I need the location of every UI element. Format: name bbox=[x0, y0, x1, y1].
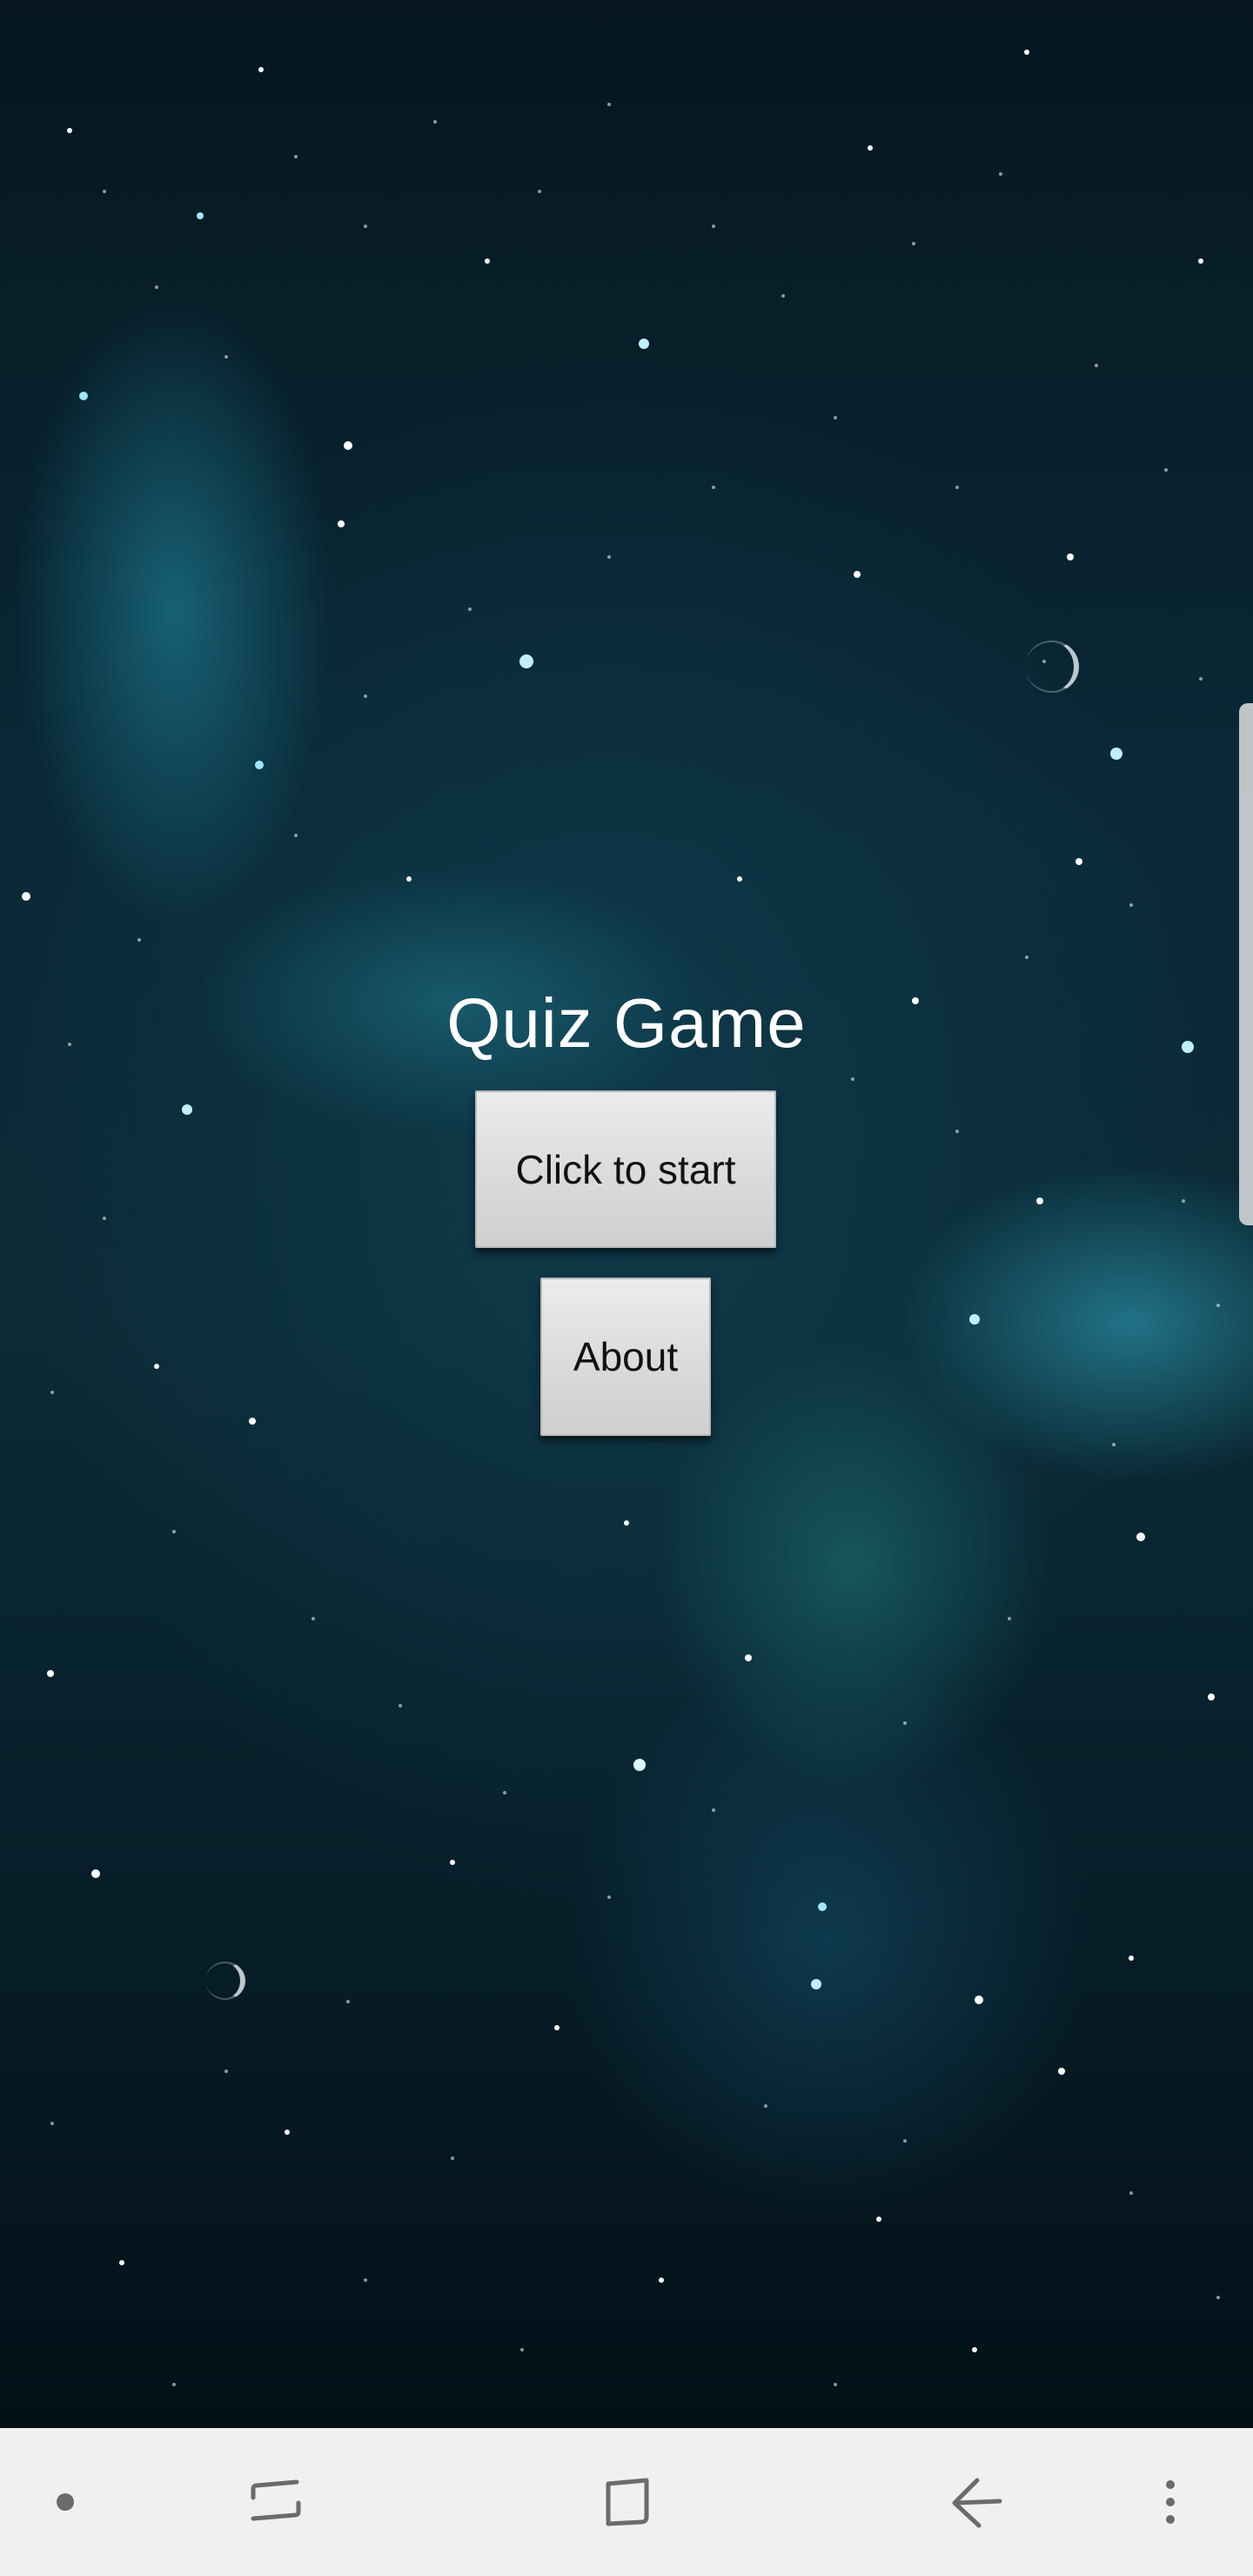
nav-back-button[interactable] bbox=[924, 2428, 1029, 2576]
about-button[interactable]: About bbox=[540, 1278, 711, 1436]
page-title: Quiz Game bbox=[446, 984, 807, 1062]
about-button-label: About bbox=[573, 1334, 679, 1379]
crescent-planet-decoration-small bbox=[205, 1962, 245, 2000]
start-button[interactable]: Click to start bbox=[475, 1090, 776, 1248]
crescent-planet-decoration bbox=[1025, 641, 1079, 693]
back-arrow-icon bbox=[952, 2478, 1002, 2528]
nav-dot-button[interactable] bbox=[26, 2428, 104, 2576]
system-navigation-bar bbox=[0, 2428, 1253, 2576]
edge-panel-handle[interactable] bbox=[1239, 703, 1253, 1225]
home-icon bbox=[606, 2478, 649, 2526]
more-options-icon bbox=[1166, 2480, 1175, 2524]
nav-more-button[interactable] bbox=[1131, 2428, 1209, 2576]
app-screen: Quiz Game Click to start About bbox=[0, 0, 1253, 2576]
nav-recent-apps-button[interactable] bbox=[223, 2428, 327, 2576]
recent-apps-icon bbox=[251, 2479, 301, 2521]
start-button-label: Click to start bbox=[515, 1146, 736, 1192]
dot-indicator-icon bbox=[57, 2493, 74, 2511]
nav-home-button[interactable] bbox=[574, 2428, 679, 2576]
